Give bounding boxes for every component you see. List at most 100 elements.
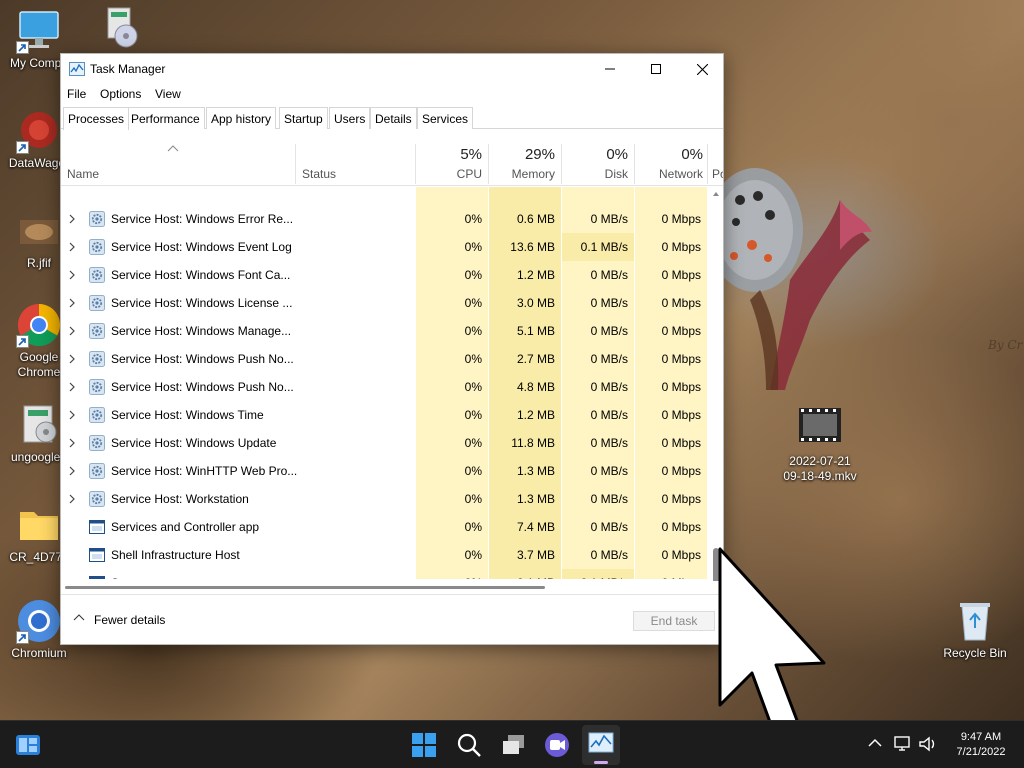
process-memory: 2.7 MB <box>516 352 555 366</box>
task-view-icon[interactable] <box>500 731 528 759</box>
process-disk: 0 MB/s <box>590 436 628 450</box>
process-name: Service Host: Workstation <box>111 492 249 506</box>
network-icon[interactable] <box>893 735 913 753</box>
process-memory: 5.1 MB <box>516 324 555 338</box>
process-network: 0 Mbps <box>635 576 701 579</box>
start-icon[interactable] <box>410 731 438 759</box>
minimize-button[interactable] <box>587 54 633 84</box>
chevron-up-icon[interactable] <box>868 738 882 748</box>
chevron-right-icon[interactable] <box>67 464 77 478</box>
search-icon[interactable] <box>455 731 483 759</box>
chevron-right-icon[interactable] <box>67 296 77 310</box>
process-disk: 0 MB/s <box>590 520 628 534</box>
recycle-bin-icon <box>952 598 998 644</box>
column-name[interactable]: Name <box>61 142 295 186</box>
end-task-button[interactable]: End task <box>633 611 715 631</box>
table-row[interactable]: Service Host: Windows Time 0% 1.2 MB 0 MB/s… <box>61 401 707 429</box>
volume-icon[interactable] <box>918 735 938 753</box>
desktop-icon-recycle-bin[interactable]: Recycle Bin <box>936 598 1014 661</box>
window-title: Task Manager <box>90 62 166 76</box>
menu-file[interactable]: File <box>67 87 86 101</box>
chevron-right-icon[interactable] <box>67 268 77 282</box>
table-row[interactable]: Services and Controller app 0% 7.4 MB 0 MB/… <box>61 513 707 541</box>
task-manager-window: Task Manager File Options View Processes… <box>60 53 724 645</box>
installer-icon <box>92 4 138 50</box>
chevron-right-icon[interactable] <box>67 240 77 254</box>
process-cpu: 0% <box>464 240 482 254</box>
column-status[interactable]: Status <box>296 142 415 186</box>
chevron-right-icon[interactable] <box>67 408 77 422</box>
chevron-up-icon[interactable] <box>73 612 85 622</box>
tab-processes[interactable]: Processes <box>63 107 130 130</box>
process-memory: 0.6 MB <box>516 212 555 226</box>
heat-cell <box>635 187 707 205</box>
folder-icon <box>16 502 62 548</box>
fewer-details-link[interactable]: Fewer details <box>94 613 165 627</box>
vertical-scrollbar[interactable] <box>709 186 723 623</box>
task-manager-icon <box>69 62 85 76</box>
clock-time: 9:47 AM <box>960 731 1002 743</box>
mouse-pointer-icon <box>718 547 826 735</box>
desktop-icon-installer[interactable] <box>76 4 154 52</box>
tab-services[interactable]: Services <box>417 107 474 129</box>
menu-view[interactable]: View <box>155 87 181 101</box>
table-row[interactable]: Service Host: WinHTTP Web Pro... 0% 1.3 MB… <box>61 457 707 485</box>
table-row[interactable]: Service Host: Windows Update 0% 11.8 MB 0 M… <box>61 429 707 457</box>
process-name: System <box>111 576 151 579</box>
chevron-right-icon[interactable] <box>67 380 77 394</box>
shortcut-arrow-icon <box>16 631 29 644</box>
table-row[interactable]: Shell Infrastructure Host 0% 3.7 MB 0 MB/s 0… <box>61 541 707 569</box>
chevron-right-icon[interactable] <box>67 324 77 338</box>
title-bar[interactable]: Task Manager <box>61 54 723 84</box>
clock[interactable]: 9:47 AM 7/21/2022 <box>946 730 1016 760</box>
process-cpu: 0% <box>464 408 482 422</box>
table-row[interactable]: Service Host: Windows Manage... 0% 5.1 MB 0… <box>61 317 707 345</box>
table-row[interactable]: Service Host: Workstation 0% 1.3 MB 0 MB/s 0… <box>61 485 707 513</box>
gear-icon <box>89 407 105 423</box>
process-disk: 0 MB/s <box>590 408 628 422</box>
column-disk[interactable]: 0% Disk <box>562 142 634 186</box>
chrome-icon <box>16 302 62 348</box>
table-row[interactable]: System 0% 0.1 MB 0.1 MB/s 0 Mbps <box>61 569 707 579</box>
process-disk: 0 MB/s <box>590 548 628 562</box>
process-name: Service Host: Windows Manage... <box>111 324 292 338</box>
gear-icon <box>89 379 105 395</box>
chevron-right-icon[interactable] <box>67 352 77 366</box>
chevron-right-icon[interactable] <box>67 212 77 226</box>
widgets-icon[interactable] <box>14 731 42 759</box>
tab-app-history[interactable]: App history <box>206 107 277 129</box>
tab-users[interactable]: Users <box>329 107 371 129</box>
process-network: 0 Mbps <box>661 520 701 534</box>
process-cpu: 0% <box>464 520 482 534</box>
tab-performance[interactable]: Performance <box>126 107 205 129</box>
table-row[interactable]: Service Host: Windows Push No... 0% 4.8 MB… <box>61 373 707 401</box>
video-file-name-line2: 09-18-49.mkv <box>783 469 857 483</box>
task-manager-icon <box>588 732 614 753</box>
table-row[interactable]: Service Host: Windows Push No... 0% 2.7 MB… <box>61 345 707 373</box>
maximize-button[interactable] <box>633 54 679 84</box>
chevron-right-icon[interactable] <box>67 492 77 506</box>
gear-icon <box>89 211 105 227</box>
column-memory[interactable]: 29% Memory <box>489 142 561 186</box>
menu-options[interactable]: Options <box>100 87 141 101</box>
horizontal-scrollbar[interactable] <box>61 581 709 591</box>
task-manager-taskbar-button[interactable] <box>582 725 620 765</box>
process-network: 0 Mbps <box>661 296 701 310</box>
chevron-right-icon[interactable] <box>67 436 77 450</box>
desktop-icon-video-file[interactable]: 2022-07-21 09-18-49.mkv <box>778 406 862 484</box>
table-row[interactable]: Service Host: Windows Error Re... 0% 0.6 M… <box>61 205 707 233</box>
column-network[interactable]: 0% Network <box>635 142 709 186</box>
column-name-label: Name <box>67 167 100 181</box>
tab-details[interactable]: Details <box>370 107 417 129</box>
gear-icon <box>89 435 105 451</box>
chat-icon[interactable] <box>543 731 571 759</box>
column-power[interactable]: Po <box>708 142 723 186</box>
table-row[interactable]: Service Host: Windows License ... 0% 3.0 M… <box>61 289 707 317</box>
process-disk: 0 MB/s <box>590 324 628 338</box>
column-cpu[interactable]: 5% CPU <box>416 142 488 186</box>
table-row[interactable]: Service Host: Windows Event Log 0% 13.6 MB… <box>61 233 707 261</box>
tab-startup[interactable]: Startup <box>279 107 328 129</box>
table-row[interactable]: Service Host: Windows Font Ca... 0% 1.2 MB… <box>61 261 707 289</box>
gear-icon <box>89 323 105 339</box>
close-button[interactable] <box>679 54 725 84</box>
